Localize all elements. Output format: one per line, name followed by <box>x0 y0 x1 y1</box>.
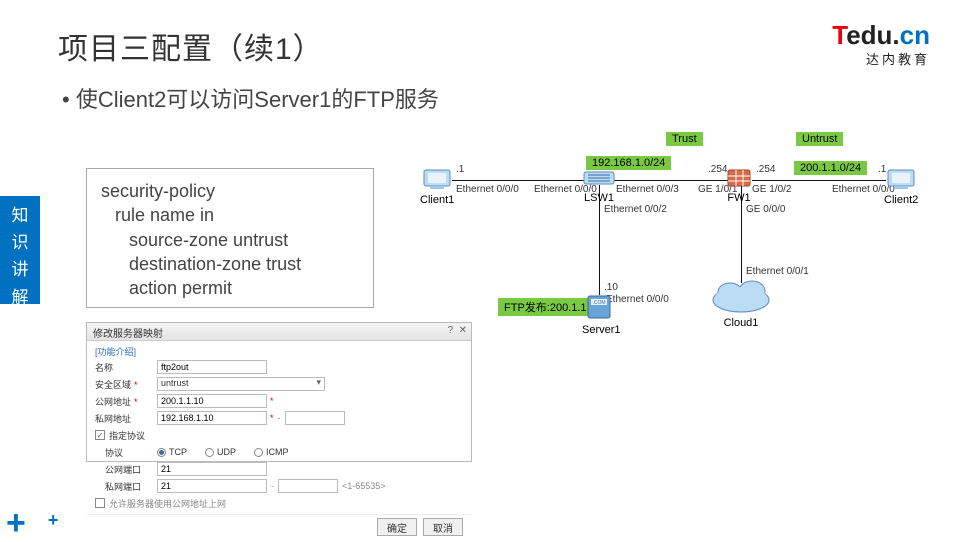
sidebar-char: 解 <box>0 284 40 311</box>
fw1-icon: FW1 <box>724 168 754 204</box>
input-privport2[interactable] <box>278 479 338 493</box>
cloud1-icon: Cloud1 <box>708 276 774 329</box>
ok-button[interactable]: 确定 <box>377 518 417 536</box>
code-line: rule name in <box>101 203 359 227</box>
lbl-allow-public: 允许服务器使用公网地址上网 <box>109 497 226 510</box>
code-line: action permit <box>101 276 359 300</box>
port-lsw1-eth003: Ethernet 0/0/3 <box>616 184 679 195</box>
port-fw-ge102: GE 1/0/2 <box>752 184 791 195</box>
logo-sub: 达内教育 <box>832 49 930 68</box>
dialog-titlebar: 修改服务器映射 ? ✕ <box>87 323 471 341</box>
lbl-name: 名称 <box>95 361 157 374</box>
chk-allow-public[interactable] <box>95 498 105 508</box>
config-code-box: security-policy rule name in source-zone… <box>86 168 374 308</box>
corner-decoration: ++ <box>6 513 36 534</box>
input-name[interactable] <box>157 360 267 374</box>
sidebar-char: 识 <box>0 229 40 256</box>
port-range-hint: <1-65535> <box>342 481 386 491</box>
radio-tcp[interactable]: TCP <box>157 447 187 457</box>
port-client1: Ethernet 0/0/0 <box>456 184 519 195</box>
tag-subnet2: 200.1.1.0/24 <box>794 161 867 175</box>
page-title: 项目三配置（续1） <box>58 24 324 68</box>
client2-icon: Client2 <box>884 168 918 206</box>
brand-logo: Tedu.cn 达内教育 <box>832 20 930 68</box>
lbl-spec-proto: 指定协议 <box>109 429 145 442</box>
code-line: destination-zone trust <box>101 252 359 276</box>
server-mapping-dialog: 修改服务器映射 ? ✕ [功能介绍] 名称 安全区域* untrust 公网地址… <box>86 322 472 462</box>
slide-bullet: 使Client2可以访问Server1的FTP服务 <box>62 82 439 114</box>
dialog-intro-link[interactable]: [功能介绍] <box>95 345 463 358</box>
sidebar-char: 知 <box>0 202 40 229</box>
port-lsw1-eth002: Ethernet 0/0/2 <box>604 204 667 215</box>
lbl-privport: 私网端口 <box>95 480 157 493</box>
svg-text:.COM: .COM <box>592 300 605 306</box>
client1-icon: Client1 <box>420 168 454 206</box>
code-line: source-zone untrust <box>101 228 359 252</box>
code-line: security-policy <box>101 179 359 203</box>
logo-t: T <box>832 20 846 50</box>
select-zone[interactable]: untrust <box>157 377 325 391</box>
logo-edu: edu. <box>846 20 899 50</box>
sidebar-char: 讲 <box>0 256 40 283</box>
lbl-proto: 协议 <box>95 446 157 459</box>
radio-icmp[interactable]: ICMP <box>254 447 289 457</box>
lsw1-icon: LSW1 <box>582 168 616 204</box>
ip-server1: .10 <box>604 282 618 293</box>
input-privaddr2[interactable] <box>285 411 345 425</box>
chk-spec-proto[interactable] <box>95 430 105 440</box>
input-pubaddr[interactable] <box>157 394 267 408</box>
input-privaddr[interactable] <box>157 411 267 425</box>
sidebar-tab: 知 识 讲 解 <box>0 196 40 304</box>
input-privport[interactable] <box>157 479 267 493</box>
lbl-pubaddr: 公网地址* <box>95 395 157 408</box>
input-pubport[interactable] <box>157 462 267 476</box>
ip-client1: .1 <box>456 164 464 175</box>
radio-udp[interactable]: UDP <box>205 447 236 457</box>
network-diagram: Trust Untrust 192.168.1.0/24 200.1.1.0/2… <box>416 126 936 356</box>
lbl-pubport: 公网端口 <box>95 463 157 476</box>
lbl-zone: 安全区域* <box>95 378 157 391</box>
port-fw-ge000: GE 0/0/0 <box>746 204 785 215</box>
lbl-privaddr: 私网地址 <box>95 412 157 425</box>
logo-cn: cn <box>900 20 930 50</box>
dialog-title-text: 修改服务器映射 <box>93 329 163 340</box>
server1-icon: .COM Server1 <box>582 294 621 336</box>
ip-fw-ge102: .254 <box>756 164 775 175</box>
cancel-button[interactable]: 取消 <box>423 518 463 536</box>
tag-trust: Trust <box>666 132 703 146</box>
tag-untrust: Untrust <box>796 132 843 146</box>
